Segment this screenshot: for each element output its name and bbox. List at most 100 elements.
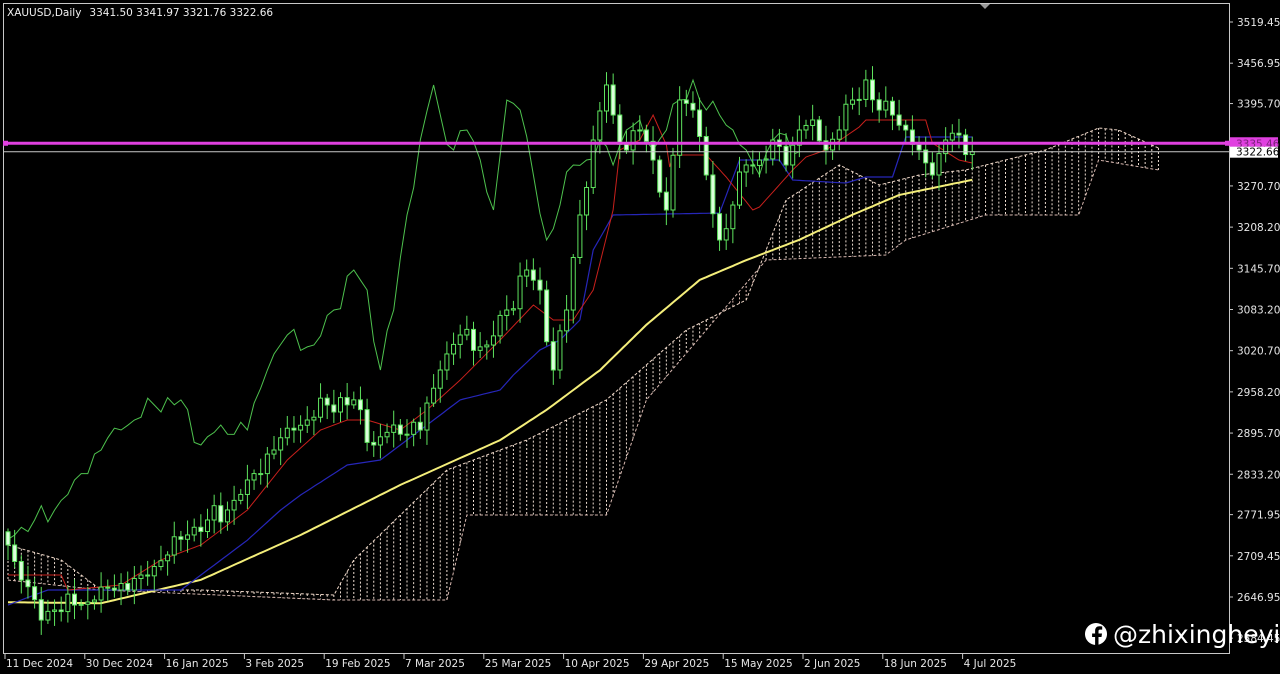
bull-candle-body bbox=[630, 130, 636, 151]
bull-candle-body bbox=[863, 79, 869, 100]
price-tick-label: 2771.95 bbox=[1237, 510, 1280, 522]
bull-candle-body bbox=[384, 431, 390, 438]
bull-candle-body bbox=[131, 577, 137, 591]
bear-candle-body bbox=[929, 162, 935, 176]
bear-candle-body bbox=[125, 582, 131, 591]
bear-candle-body bbox=[32, 586, 38, 601]
bull-candle-body bbox=[497, 314, 503, 337]
bull-candle-body bbox=[311, 416, 317, 421]
bear-candle-body bbox=[916, 143, 922, 151]
ohlc-values: 3341.50 3341.97 3321.76 3322.66 bbox=[89, 7, 273, 19]
bear-candle-body bbox=[663, 191, 669, 211]
bull-candle-body bbox=[949, 132, 955, 141]
bull-candle-body bbox=[98, 586, 104, 601]
bear-candle-body bbox=[198, 526, 204, 533]
line-handle-left[interactable] bbox=[3, 140, 8, 146]
bull-candle-body bbox=[231, 499, 237, 511]
time-tick-label: 15 May 2025 bbox=[724, 658, 792, 670]
bull-candle-body bbox=[65, 593, 71, 613]
price-tick-label: 3395.70 bbox=[1237, 99, 1280, 111]
bear-candle-body bbox=[870, 79, 875, 101]
bull-candle-body bbox=[517, 275, 523, 310]
bull-candle-body bbox=[211, 505, 217, 521]
bull-candle-body bbox=[424, 402, 430, 431]
price-tick-label: 2833.20 bbox=[1237, 469, 1280, 481]
bull-candle-body bbox=[484, 344, 490, 348]
bull-candle-body bbox=[737, 171, 742, 206]
bull-candle-body bbox=[564, 309, 570, 332]
bear-candle-body bbox=[544, 289, 550, 343]
time-tick-label: 19 Feb 2025 bbox=[325, 658, 390, 670]
time-tick-label: 11 Dec 2024 bbox=[6, 658, 73, 670]
bear-candle-body bbox=[5, 531, 11, 546]
bull-candle-body bbox=[790, 144, 796, 166]
bull-candle-body bbox=[171, 536, 177, 556]
bull-candle-body bbox=[936, 153, 942, 176]
candle bbox=[544, 280, 550, 346]
bear-candle-body bbox=[111, 587, 117, 591]
bull-candle-body bbox=[590, 139, 596, 189]
bear-candle-body bbox=[18, 560, 24, 581]
bull-candle-body bbox=[224, 509, 230, 523]
bull-candle-body bbox=[670, 154, 676, 211]
bull-candle-body bbox=[477, 346, 483, 351]
bull-candle-body bbox=[843, 103, 849, 131]
bid-marker-label: 3322.66 bbox=[1236, 147, 1280, 159]
bull-candle-body bbox=[451, 343, 457, 355]
bull-candle-body bbox=[351, 399, 357, 406]
bull-candle-body bbox=[883, 100, 889, 111]
price-tick-label: 2958.20 bbox=[1237, 387, 1280, 399]
time-tick-label: 10 Apr 2025 bbox=[565, 658, 630, 670]
bull-candle-body bbox=[457, 334, 463, 345]
bear-candle-body bbox=[105, 586, 111, 589]
bear-candle-body bbox=[710, 174, 716, 215]
bull-candle-body bbox=[803, 124, 809, 131]
bull-candle-body bbox=[278, 437, 284, 451]
bear-candle-body bbox=[417, 421, 423, 431]
bull-candle-body bbox=[411, 421, 417, 435]
bull-candle-body bbox=[138, 574, 144, 579]
bear-candle-body bbox=[956, 132, 962, 136]
bull-candle-body bbox=[730, 204, 736, 230]
bull-candle-body bbox=[763, 158, 769, 161]
bear-candle-body bbox=[145, 574, 151, 577]
bear-candle-body bbox=[537, 279, 543, 291]
bull-candle-body bbox=[298, 424, 304, 431]
bull-candle-body bbox=[45, 610, 51, 621]
candle bbox=[816, 116, 822, 145]
price-tick-label: 3208.20 bbox=[1237, 222, 1280, 234]
bull-candle-body bbox=[118, 582, 124, 591]
bear-candle-body bbox=[291, 427, 297, 431]
time-tick-label: 29 Apr 2025 bbox=[644, 658, 709, 670]
bull-candle-body bbox=[604, 84, 609, 112]
bear-candle-body bbox=[38, 599, 44, 621]
bear-candle-body bbox=[683, 99, 689, 104]
bear-candle-body bbox=[643, 129, 649, 142]
bear-candle-body bbox=[903, 124, 909, 131]
bull-candle-body bbox=[836, 129, 842, 140]
time-tick-label: 2 Jun 2025 bbox=[804, 658, 860, 670]
bull-candle-body bbox=[251, 473, 257, 481]
time-tick-label: 16 Jan 2025 bbox=[166, 658, 229, 670]
time-tick-label: 30 Dec 2024 bbox=[86, 658, 153, 670]
price-tick-label: 3020.70 bbox=[1237, 346, 1280, 358]
bear-candle-body bbox=[690, 102, 696, 111]
price-tick-label: 2646.95 bbox=[1237, 592, 1280, 604]
price-tick-label: 2709.45 bbox=[1237, 551, 1280, 563]
bear-candle-body bbox=[697, 109, 703, 137]
bear-candle-body bbox=[530, 269, 536, 281]
bull-candle-body bbox=[570, 256, 576, 311]
bull-candle-body bbox=[637, 129, 643, 132]
bear-candle-body bbox=[357, 399, 363, 411]
candle bbox=[657, 155, 663, 198]
bear-candle-body bbox=[12, 544, 18, 562]
bull-candle-body bbox=[743, 164, 749, 173]
bull-candle-body bbox=[723, 228, 729, 241]
bear-candle-body bbox=[331, 404, 337, 413]
line-handle-right[interactable] bbox=[1225, 140, 1230, 146]
price-chart[interactable]: 3335.463322.66 3519.453456.953395.703270… bbox=[0, 0, 1280, 674]
bull-candle-body bbox=[151, 566, 157, 577]
bull-candle-body bbox=[377, 436, 383, 446]
chart-background bbox=[0, 0, 1280, 674]
bear-candle-body bbox=[72, 593, 77, 606]
